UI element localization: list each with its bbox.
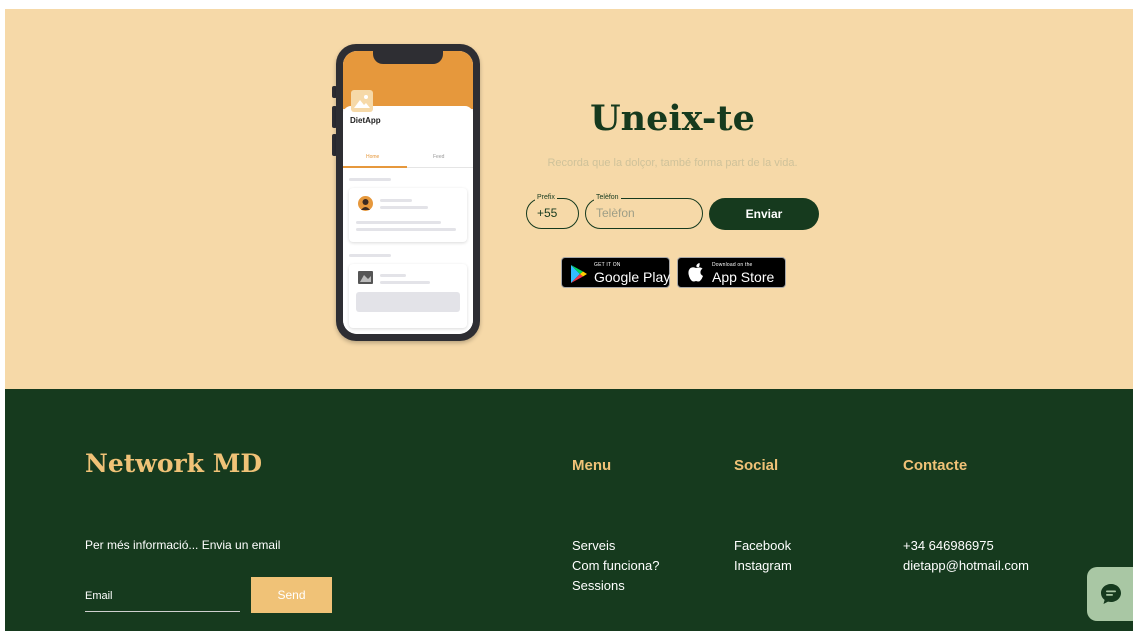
feed-post-card <box>349 188 467 242</box>
phone-field[interactable]: Telèfon <box>585 193 703 229</box>
page-title: Uneix-te <box>590 98 755 139</box>
app-tab-home: Home <box>366 154 380 160</box>
app-store-small-text: Download on the <box>712 262 753 268</box>
newsletter-text: Per més informació... Envia un email <box>85 538 281 552</box>
skeleton-line <box>380 206 428 209</box>
app-name: DietApp <box>350 116 381 125</box>
skeleton-line <box>349 254 391 257</box>
chat-icon <box>1099 582 1123 611</box>
google-play-icon <box>570 264 588 289</box>
skeleton-line <box>356 221 441 224</box>
submit-button[interactable]: Enviar <box>709 198 819 230</box>
menu-link-com-funciona[interactable]: Com funciona? <box>572 558 659 573</box>
menu-link-serveis[interactable]: Serveis <box>572 538 615 553</box>
social-heading: Social <box>734 457 779 474</box>
hero-subtitle: Recorda que la dolçor, també forma part … <box>547 157 798 169</box>
tab-active-indicator <box>343 166 407 168</box>
menu-heading: Menu <box>572 457 612 474</box>
skeleton-line <box>380 281 430 284</box>
google-play-big-text: Google Play <box>594 269 671 285</box>
chat-button[interactable] <box>1087 567 1133 621</box>
contact-heading: Contacte <box>903 457 968 474</box>
prefix-label: Prefix <box>535 193 557 202</box>
google-play-badge[interactable]: GET IT ON Google Play <box>561 257 670 288</box>
email-field[interactable] <box>85 586 240 612</box>
apple-icon <box>688 263 704 287</box>
user-avatar-icon <box>358 196 373 211</box>
email-input[interactable] <box>85 588 235 604</box>
app-tab-feed: Feed <box>433 154 445 160</box>
social-link-instagram[interactable]: Instagram <box>734 558 792 573</box>
social-link-facebook[interactable]: Facebook <box>734 538 791 553</box>
post-media-placeholder <box>356 292 460 312</box>
menu-link-sessions[interactable]: Sessions <box>572 578 625 593</box>
brand-logo: Network MD <box>85 449 263 478</box>
contact-phone: +34 646986975 <box>903 538 994 553</box>
send-button[interactable]: Send <box>251 577 332 613</box>
skeleton-line <box>380 274 406 277</box>
phone-notch <box>373 51 443 64</box>
skeleton-line <box>349 178 391 181</box>
prefix-input[interactable] <box>537 206 575 220</box>
skeleton-line <box>356 228 456 231</box>
google-play-small-text: GET IT ON <box>594 262 621 268</box>
image-placeholder-icon <box>351 90 373 112</box>
phone-label: Telèfon <box>594 193 621 202</box>
contact-email-link[interactable]: dietapp@hotmail.com <box>903 558 1029 573</box>
app-store-big-text: App Store <box>712 269 775 285</box>
phone-input[interactable] <box>596 206 696 220</box>
feed-post-card <box>349 264 467 328</box>
post-thumbnail-icon <box>358 271 373 284</box>
phone-screen: DietApp Home Feed <box>343 51 473 334</box>
prefix-field[interactable]: Prefix <box>526 193 579 229</box>
skeleton-line <box>380 199 412 202</box>
app-store-badge[interactable]: Download on the App Store <box>677 257 786 288</box>
